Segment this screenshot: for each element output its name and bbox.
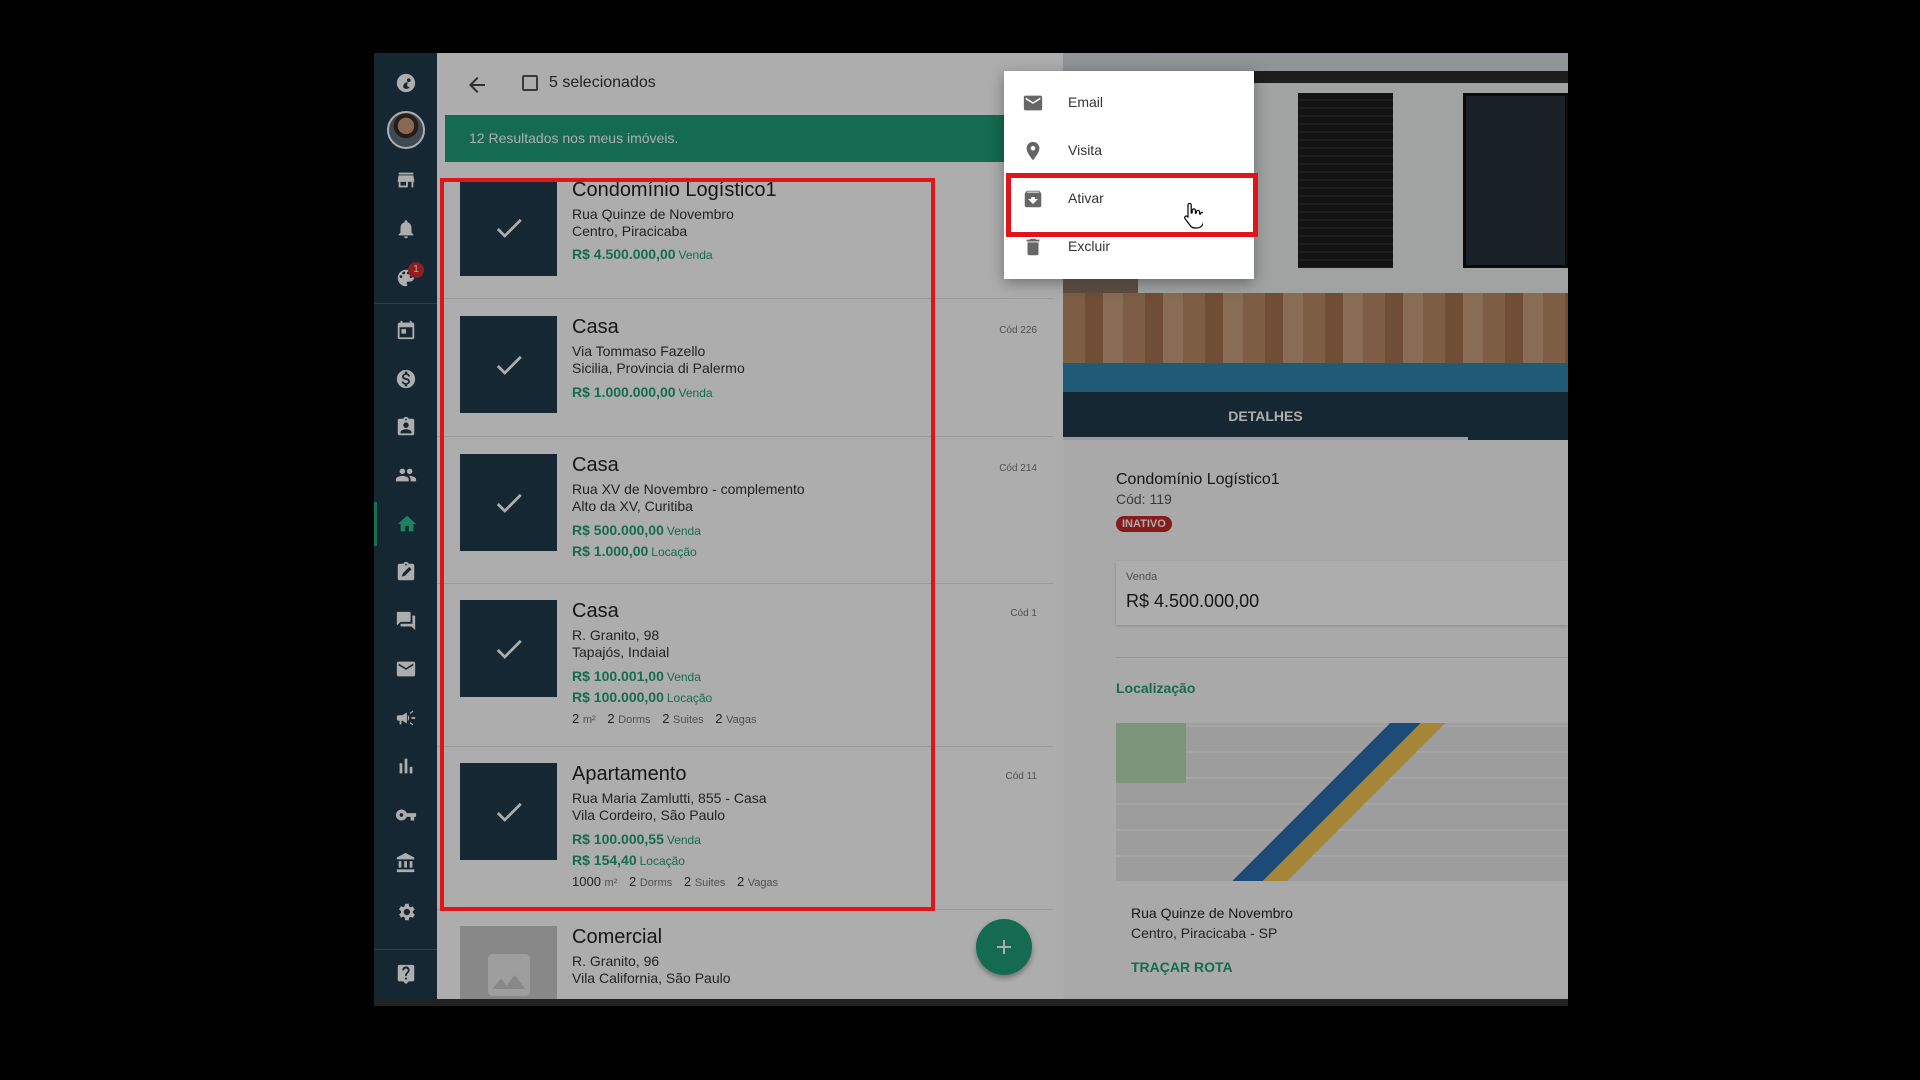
menu-item-label: Email bbox=[1068, 94, 1104, 110]
mail-icon bbox=[1023, 95, 1043, 111]
location-pin-icon bbox=[1026, 141, 1040, 161]
menu-item-label: Excluir bbox=[1068, 238, 1111, 254]
selection-highlight-box bbox=[440, 178, 935, 911]
menu-item-visita[interactable]: Visita bbox=[1004, 127, 1254, 175]
trash-icon bbox=[1026, 238, 1040, 256]
hand-cursor-icon bbox=[1184, 203, 1203, 229]
bottom-strip bbox=[374, 999, 1568, 1006]
app-window: 1 5 selecionados 12 Resultados nos meus … bbox=[374, 53, 1568, 1006]
menu-item-label: Visita bbox=[1068, 142, 1102, 158]
menu-item-email[interactable]: Email bbox=[1004, 79, 1254, 127]
ativar-highlight-box bbox=[1006, 173, 1258, 237]
